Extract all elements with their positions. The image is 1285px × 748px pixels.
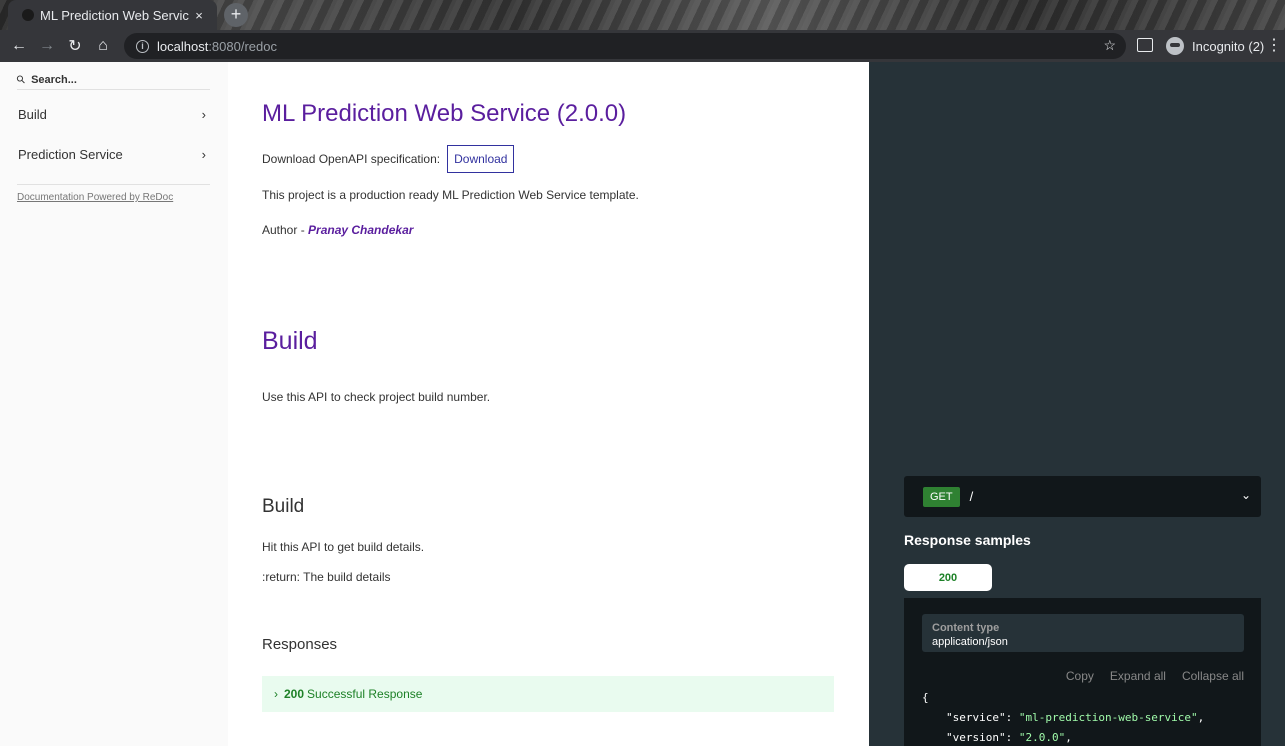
download-button[interactable]: Download <box>447 145 515 173</box>
download-label: Download OpenAPI specification: <box>262 152 441 166</box>
json-open-brace: { <box>922 691 929 704</box>
expand-all-button[interactable]: Expand all <box>1110 669 1166 683</box>
json-sample: { "service": "ml-prediction-web-service"… <box>922 688 1204 748</box>
tab-title: ML Prediction Web Servic <box>40 7 189 23</box>
close-tab-icon[interactable]: × <box>191 8 207 23</box>
operation-description: Hit this API to get build details. <box>262 540 425 554</box>
content-type-select[interactable]: Content type application/json <box>922 614 1244 652</box>
operation-endpoint-toggle[interactable]: GET / ⌄ <box>904 476 1261 517</box>
sidebar-divider <box>17 184 210 185</box>
response-samples-title: Response samples <box>904 532 1031 548</box>
response-200-toggle[interactable]: › 200 Successful Response <box>262 676 834 712</box>
star-icon[interactable]: ☆ <box>1103 37 1116 54</box>
info-icon[interactable]: i <box>136 39 149 53</box>
json-line: "service": "ml-prediction-web-service", <box>946 711 1205 724</box>
sidebar-item-label: Build <box>18 106 47 122</box>
json-value: "2.0.0" <box>1018 731 1066 744</box>
sidebar: ⚲ Search... Build › Prediction Service ›… <box>0 62 228 746</box>
search-input[interactable]: ⚲ Search... <box>14 70 210 90</box>
sidebar-item-prediction-service[interactable]: Prediction Service › <box>0 134 228 174</box>
page-title: ML Prediction Web Service (2.0.0) <box>262 100 627 127</box>
sidebar-item-build[interactable]: Build › <box>0 94 228 134</box>
profile-label: Incognito (2) <box>1192 38 1265 54</box>
incognito-icon <box>1166 37 1184 55</box>
browser-tab-strip: ML Prediction Web Servic × + <box>0 0 1285 30</box>
browser-toolbar: ← → ↻ ⌂ i localhost :8080/redoc ☆ <box>0 30 1285 62</box>
back-icon[interactable]: ← <box>5 32 33 60</box>
responses-title: Responses <box>262 636 338 653</box>
menu-icon[interactable]: ⋮ <box>1266 36 1282 56</box>
content-type-value: application/json <box>932 636 1008 648</box>
author-line: Author - Pranay Chandekar <box>262 223 413 237</box>
chevron-right-icon: › <box>201 106 206 122</box>
response-code: 200 <box>284 687 305 701</box>
incognito-profile-button[interactable]: Incognito (2) <box>1160 33 1270 59</box>
section-description: Use this API to check project build numb… <box>262 390 491 404</box>
forward-icon[interactable]: → <box>33 32 61 60</box>
home-icon[interactable]: ⌂ <box>89 32 117 60</box>
json-key: "version" <box>946 731 1006 744</box>
endpoint-path: / <box>969 489 974 504</box>
download-row: Download OpenAPI specification: Download <box>262 145 515 173</box>
address-bar[interactable]: i localhost :8080/redoc ☆ <box>124 33 1126 59</box>
browser-tab[interactable]: ML Prediction Web Servic × <box>8 0 217 30</box>
right-panel: GET / ⌄ Response samples 200 Content typ… <box>869 62 1285 746</box>
chevron-down-icon: ⌄ <box>1240 488 1251 502</box>
operation-return: :return: The build details <box>262 570 391 584</box>
copy-button[interactable]: Copy <box>1066 669 1094 683</box>
search-placeholder: Search... <box>31 73 77 86</box>
json-line: "version": "2.0.0", <box>946 731 1072 744</box>
search-icon: ⚲ <box>14 72 29 87</box>
main-content: ML Prediction Web Service (2.0.0) Downlo… <box>228 62 869 746</box>
author-link[interactable]: Pranay Chandekar <box>308 223 413 237</box>
section-title: Build <box>262 327 318 355</box>
chevron-right-icon: › <box>201 146 206 162</box>
collapse-all-button[interactable]: Collapse all <box>1182 669 1244 683</box>
operation-title: Build <box>262 496 305 517</box>
new-tab-button[interactable]: + <box>224 3 248 27</box>
url-host: localhost <box>157 38 209 54</box>
cast-icon[interactable] <box>1137 38 1153 52</box>
sidebar-item-label: Prediction Service <box>18 146 123 162</box>
json-controls: Copy Expand all Collapse all <box>1066 669 1244 683</box>
json-value: "ml-prediction-web-service" <box>1018 711 1198 724</box>
api-description: This project is a production ready ML Pr… <box>262 188 639 202</box>
json-key: "service" <box>946 711 1006 724</box>
http-method-badge: GET <box>923 486 960 507</box>
response-tab-200[interactable]: 200 <box>904 564 992 591</box>
response-text: Successful Response <box>307 687 423 701</box>
chevron-right-icon: › <box>274 687 278 701</box>
author-prefix: Author - <box>262 223 309 237</box>
reload-icon[interactable]: ↻ <box>61 32 89 60</box>
content-type-label: Content type <box>932 622 1000 634</box>
url-path: :8080/redoc <box>208 38 277 54</box>
powered-by-link[interactable]: Documentation Powered by ReDoc <box>17 192 173 203</box>
favicon-icon <box>22 9 34 21</box>
response-sample-panel: Content type application/json Copy Expan… <box>904 598 1261 746</box>
